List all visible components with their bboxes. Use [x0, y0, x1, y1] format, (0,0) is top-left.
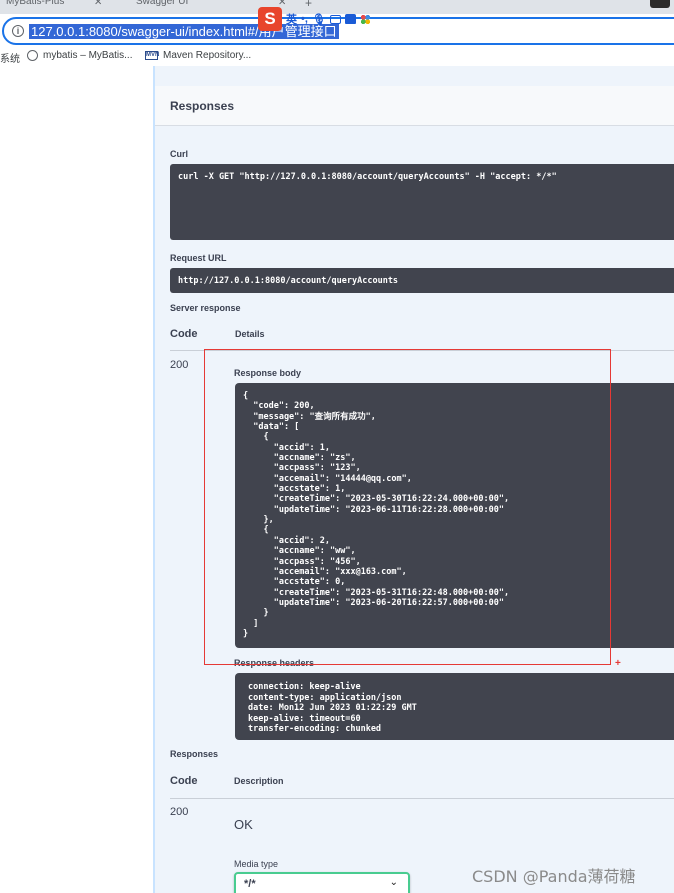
swagger-page: Responses Curl curl -X GET "http://127.0…	[0, 66, 674, 893]
sogou-logo-icon[interactable]: S	[258, 7, 282, 31]
keyboard-icon[interactable]	[329, 14, 341, 24]
responses-header: Responses	[155, 86, 674, 126]
description-header: Description	[234, 776, 284, 786]
status-code: 200	[170, 359, 189, 371]
request-url-box[interactable]: http://127.0.0.1:8080/account/queryAccou…	[170, 268, 674, 293]
documented-code-header: Code	[170, 775, 198, 787]
server-response-label: Server response	[170, 303, 241, 313]
bookmark-item[interactable]: 系统	[0, 50, 20, 65]
details-column-header: Details	[235, 329, 265, 339]
response-headers: connection: keep-alive content-type: app…	[248, 682, 417, 734]
watermark: CSDN @Panda薄荷糖	[472, 867, 636, 886]
bookmark-item-mybatis[interactable]: mybatis – MyBatis...	[27, 50, 132, 61]
annotation-highlight-box	[204, 349, 611, 665]
chevron-down-icon: ⌄	[389, 877, 398, 888]
bookmark-item-maven[interactable]: MVN Maven Repository...	[145, 50, 251, 61]
globe-icon	[27, 50, 38, 61]
browser-tab-swagger[interactable]: Swagger UI	[136, 0, 188, 12]
media-type-select[interactable]: */* ⌄	[234, 872, 410, 893]
punctuation-icon[interactable]: •,	[301, 13, 308, 25]
responses-title: Responses	[170, 99, 235, 113]
ime-language-toggle[interactable]: 英	[286, 11, 297, 27]
request-url: http://127.0.0.1:8080/account/queryAccou…	[178, 276, 399, 286]
maven-icon: MVN	[145, 51, 160, 60]
documented-responses-title: Responses	[170, 749, 219, 759]
response-headers-box[interactable]: connection: keep-alive content-type: app…	[235, 673, 674, 740]
curl-label: Curl	[170, 149, 188, 159]
media-type-label: Media type	[234, 859, 279, 869]
browser-toolbar: i 127.0.0.1:8080/swagger-ui/index.html#/…	[0, 7, 674, 48]
info-icon[interactable]: i	[12, 25, 24, 37]
browser-tab-mybatis-plus[interactable]: MyBatis-Plus	[6, 0, 64, 12]
bookmarks-bar: 系统 mybatis – MyBatis... MVN Maven Reposi…	[0, 48, 674, 66]
window-control[interactable]	[650, 0, 670, 8]
annotation-plus-icon: +	[615, 658, 621, 669]
bookmark-label: mybatis – MyBatis...	[43, 50, 133, 61]
ime-toolbar: S 英 •, 🎙	[258, 4, 371, 34]
response-description: OK	[234, 817, 253, 832]
curl-command: curl -X GET "http://127.0.0.1:8080/accou…	[178, 172, 557, 182]
bookmark-label: Maven Repository...	[163, 50, 252, 61]
media-type-value: */*	[244, 878, 256, 890]
bookmark-label: 系统	[0, 54, 20, 65]
request-url-label: Request URL	[170, 253, 227, 263]
microphone-icon[interactable]: 🎙	[312, 13, 326, 26]
documented-table-divider	[170, 798, 674, 799]
code-column-header: Code	[170, 328, 198, 340]
documented-code: 200	[170, 806, 189, 818]
toolbox-icon[interactable]	[359, 13, 371, 25]
curl-command-box[interactable]: curl -X GET "http://127.0.0.1:8080/accou…	[170, 164, 674, 240]
close-icon[interactable]: ✕	[94, 0, 102, 8]
skin-icon[interactable]	[344, 14, 356, 24]
